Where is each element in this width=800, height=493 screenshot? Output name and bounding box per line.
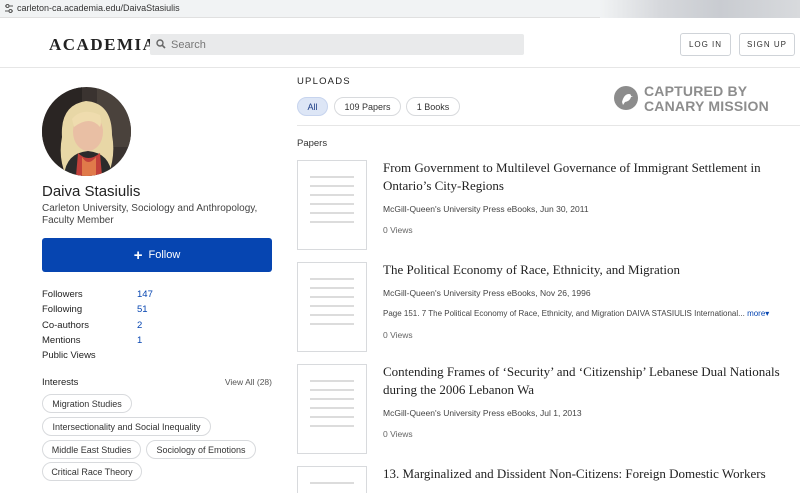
stat-label: Mentions: [42, 334, 81, 346]
stat-following[interactable]: Following 51: [42, 302, 202, 317]
academia-logo[interactable]: ACADEMIA: [49, 35, 156, 55]
stat-value[interactable]: 2: [137, 320, 142, 331]
paper-thumbnail[interactable]: [297, 160, 367, 250]
canary-bird-icon: [614, 86, 638, 110]
stat-mentions[interactable]: Mentions 1: [42, 333, 202, 348]
interest-chip[interactable]: Sociology of Emotions: [146, 440, 256, 459]
interests-view-all-link[interactable]: View All (28): [225, 377, 272, 387]
stat-value[interactable]: 1: [137, 335, 142, 346]
paper-thumbnail[interactable]: [297, 466, 367, 493]
paper-excerpt-text: Page 151. 7 The Political Economy of Rac…: [383, 309, 745, 318]
tab-books[interactable]: 1 Books: [406, 97, 460, 116]
papers-section-label: Papers: [297, 138, 328, 149]
plus-icon: +: [133, 246, 143, 264]
avatar: [42, 87, 131, 176]
caret-down-icon: ▾: [765, 309, 770, 318]
watermark-text: CAPTURED BY CANARY MISSION: [644, 84, 769, 113]
watermark-line-1: CAPTURED BY: [644, 83, 748, 99]
stat-value[interactable]: 147: [137, 289, 153, 300]
interest-chip[interactable]: Intersectionality and Social Inequality: [42, 417, 211, 436]
paper-meta: McGill-Queen's University Press eBooks, …: [383, 204, 589, 214]
paper-thumbnail[interactable]: [297, 364, 367, 454]
paper-title[interactable]: Contending Frames of ‘Security’ and ‘Cit…: [383, 363, 793, 399]
paper-excerpt: Page 151. 7 The Political Economy of Rac…: [383, 309, 783, 318]
search-icon: [156, 39, 166, 49]
paper-meta: McGill-Queen's University Press eBooks, …: [383, 408, 582, 418]
browser-url-bar[interactable]: carleton-ca.academia.edu/DaivaStasiulis: [0, 0, 800, 18]
interest-chip[interactable]: Migration Studies: [42, 394, 132, 413]
uploads-divider: [297, 125, 800, 126]
paper-meta: McGill-Queen's University Press eBooks, …: [383, 288, 591, 298]
profile-stats: Followers 147 Following 51 Co-authors 2 …: [42, 287, 202, 363]
search-box[interactable]: [150, 34, 524, 55]
watermark-line-2: CANARY MISSION: [644, 97, 769, 114]
canary-mission-watermark: CAPTURED BY CANARY MISSION: [614, 84, 794, 114]
stat-label: Co-authors: [42, 319, 89, 331]
interest-chip[interactable]: Critical Race Theory: [42, 462, 142, 481]
paper-title[interactable]: 13. Marginalized and Dissident Non-Citiz…: [383, 465, 793, 483]
stat-label: Followers: [42, 289, 83, 300]
profile-name: Daiva Stasiulis: [42, 183, 141, 200]
follow-button[interactable]: + Follow: [42, 238, 272, 272]
paper-views: 0 Views: [383, 429, 413, 439]
signup-button[interactable]: SIGN UP: [739, 33, 795, 56]
interests-label: Interests: [42, 377, 79, 388]
profile-affiliation[interactable]: Carleton University, Sociology and Anthr…: [42, 203, 282, 227]
blurred-toolbar: [600, 0, 800, 18]
paper-views: 0 Views: [383, 330, 413, 340]
stat-followers[interactable]: Followers 147: [42, 287, 202, 302]
follow-label: Follow: [148, 249, 181, 261]
login-button[interactable]: LOG IN: [680, 33, 731, 56]
stat-label: Public Views: [42, 350, 96, 362]
more-link[interactable]: more▾: [747, 309, 769, 318]
stat-label: Following: [42, 304, 83, 316]
search-input[interactable]: [171, 34, 511, 55]
interest-chip[interactable]: Middle East Studies: [42, 440, 141, 459]
stat-value[interactable]: 51: [137, 304, 148, 315]
paper-title[interactable]: From Government to Multilevel Governance…: [383, 159, 793, 195]
stat-public-views: Public Views: [42, 348, 202, 363]
site-header: ACADEMIA LOG IN SIGN UP: [0, 18, 800, 68]
url-text[interactable]: carleton-ca.academia.edu/DaivaStasiulis: [17, 3, 180, 13]
tab-all[interactable]: All: [297, 97, 328, 116]
uploads-title: UPLOADS: [297, 76, 351, 87]
tab-papers[interactable]: 109 Papers: [334, 97, 401, 116]
paper-thumbnail[interactable]: [297, 262, 367, 352]
site-settings-icon[interactable]: [4, 3, 14, 14]
paper-views: 0 Views: [383, 225, 413, 235]
stat-coauthors[interactable]: Co-authors 2: [42, 318, 202, 333]
paper-title[interactable]: The Political Economy of Race, Ethnicity…: [383, 261, 793, 279]
